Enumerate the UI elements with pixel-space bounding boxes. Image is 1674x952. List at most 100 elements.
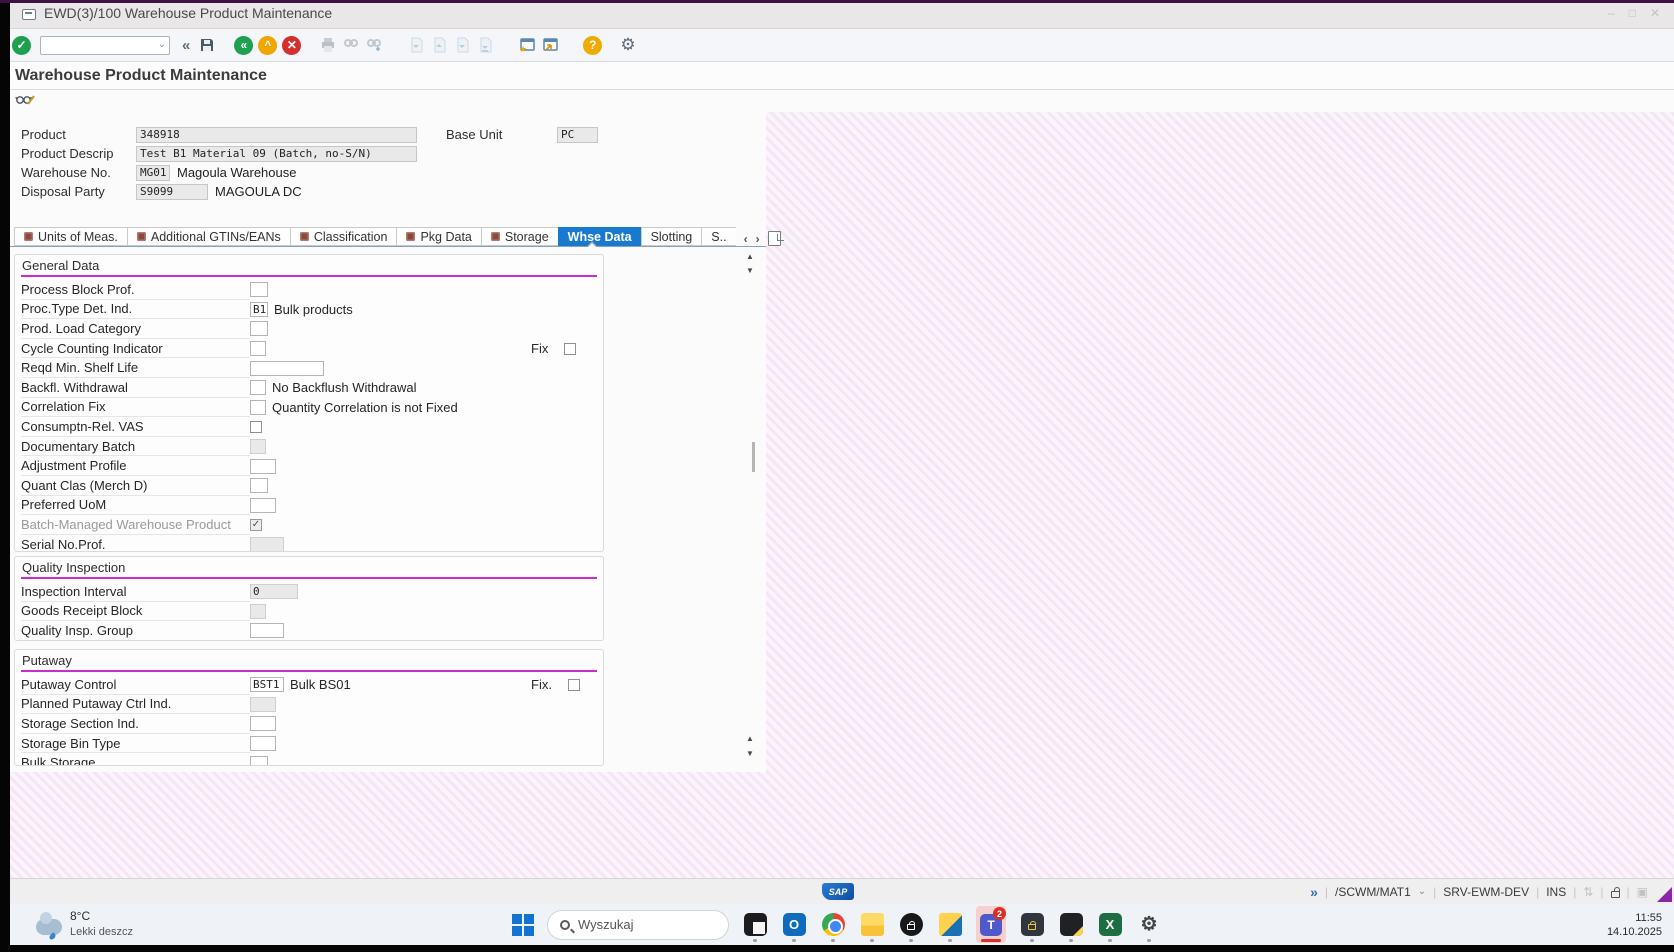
tab-panel-border [10, 246, 766, 247]
quality-insp-group-field[interactable] [250, 623, 284, 639]
back-icon[interactable]: « [234, 35, 254, 55]
resize-corner-icon[interactable] [1657, 887, 1672, 902]
weather-widget[interactable]: 8°C Lekki deszcz [36, 909, 133, 939]
storage-section-ind-field[interactable] [250, 716, 276, 732]
maximize-icon[interactable]: □ [1629, 6, 1636, 20]
scroll-up-icon[interactable]: ▲ [746, 253, 754, 261]
field-description: No Backflush Withdrawal [272, 380, 417, 396]
status-bar: SAP » | /SCWM/MAT1 ⌄ | SRV-EWM-DEV | INS… [0, 878, 1674, 904]
save-icon[interactable] [198, 36, 216, 54]
scroll-page-up-icon[interactable]: ▲ [746, 735, 754, 743]
scroll-down-icon[interactable]: ▼ [746, 267, 754, 275]
section-title: General Data [22, 258, 100, 273]
tab-truncated[interactable]: S.. [701, 227, 736, 246]
find-next-icon[interactable] [365, 36, 383, 54]
tab-classification[interactable]: Classification [289, 227, 397, 246]
consumptn-rel-vas-checkbox[interactable] [250, 420, 262, 433]
taskbar-app-sap-logon[interactable] [937, 906, 963, 943]
display-change-glasses-icon[interactable] [15, 92, 35, 112]
tab-icon [136, 232, 146, 241]
tab-storage[interactable]: Storage [480, 227, 558, 246]
command-field[interactable]: ⌄ [40, 35, 170, 55]
field-description: Bulk BS01 [290, 677, 351, 693]
scroll-page-down-icon[interactable]: ▼ [746, 750, 754, 758]
taskbar-app-excel[interactable]: X [1097, 906, 1123, 943]
correlation-fix-field[interactable] [250, 399, 266, 415]
status-transaction[interactable]: /SCWM/MAT1 [1335, 885, 1411, 899]
fix-label: Fix. [531, 677, 552, 693]
proc-type-det-ind-field[interactable]: B1 [250, 301, 268, 317]
exit-icon[interactable]: ^ [258, 35, 278, 55]
section-underline [21, 577, 597, 579]
last-page-icon[interactable] [476, 36, 494, 54]
field-label: Goods Receipt Block [21, 602, 250, 622]
tab-units-of-meas[interactable]: Units of Meas. [14, 227, 127, 246]
taskbar-app-teams[interactable]: T 2 [976, 906, 1006, 943]
taskbar-app-explorer[interactable] [859, 906, 885, 943]
fix-checkbox[interactable] [564, 342, 577, 355]
preferred-uom-field[interactable] [250, 497, 276, 513]
storage-bin-type-field[interactable] [250, 736, 276, 752]
reqd-min-shelf-life-field[interactable] [250, 360, 324, 376]
tab-scroll-right-icon[interactable]: › [756, 232, 760, 246]
unlock-icon[interactable] [1610, 886, 1620, 898]
taskbar-clock[interactable]: 11:55 14.10.2025 [1607, 911, 1662, 940]
find-icon[interactable] [342, 36, 360, 54]
taskbar-app-settings[interactable]: ⚙ [1136, 906, 1162, 943]
backfl-withdrawal-field[interactable] [250, 380, 266, 396]
tab-label: Whse Data [567, 229, 632, 244]
tab-slotting[interactable]: Slotting [640, 227, 702, 246]
adjustment-profile-field[interactable] [250, 458, 276, 474]
minimize-icon[interactable]: – [1608, 6, 1615, 20]
taskbar-app-keepass[interactable] [1019, 906, 1045, 943]
quant-clas-field[interactable] [250, 478, 268, 494]
titlebar: EWD(3)/100 Warehouse Product Maintenance… [0, 0, 1674, 29]
close-icon[interactable]: ✕ [1650, 6, 1660, 20]
form-row: Documentary Batch [21, 437, 597, 457]
scrollbar-thumb[interactable] [752, 442, 755, 472]
collapse-toolbar-icon[interactable]: « [179, 37, 193, 54]
product-field[interactable]: 348918 [136, 126, 417, 143]
taskbar-app-notes[interactable] [1058, 906, 1084, 943]
print-icon[interactable] [319, 36, 337, 54]
chevron-down-icon[interactable]: ⌄ [1418, 886, 1426, 897]
customize-gear-icon[interactable]: ⚙ [620, 35, 635, 55]
bulk-storage-field[interactable] [250, 755, 268, 765]
enter-icon[interactable]: ✓ [12, 35, 31, 55]
field-label: Reqd Min. Shelf Life [21, 358, 250, 378]
help-icon[interactable]: ? [583, 35, 603, 55]
chevron-down-icon[interactable]: ⌄ [158, 39, 166, 50]
product-descrip-field[interactable]: Test B1 Material 09 (Batch, no-S/N) [136, 145, 417, 162]
taskbar-app-privacy[interactable] [898, 906, 924, 943]
first-page-icon[interactable] [407, 36, 425, 54]
search-input[interactable]: Wyszukaj [547, 909, 729, 940]
selected-tab-caret [586, 241, 598, 248]
page-up-icon[interactable] [430, 36, 448, 54]
create-shortcut-icon[interactable] [541, 36, 559, 54]
taskbar-app-outlook[interactable]: O [781, 906, 807, 943]
tab-pkg-data[interactable]: Pkg Data [396, 227, 481, 246]
prod-load-category-field[interactable] [250, 321, 268, 337]
tab-scroll-left-icon[interactable]: ‹ [744, 232, 748, 246]
process-block-prof-field[interactable] [250, 282, 268, 298]
start-button[interactable] [512, 913, 534, 936]
tab-additional-gtins[interactable]: Additional GTINs/EANs [126, 227, 290, 246]
cancel-icon[interactable]: ✕ [282, 35, 302, 55]
page-down-icon[interactable] [453, 36, 471, 54]
new-session-icon[interactable]: ★ [518, 36, 536, 54]
base-unit-label: Base Unit [446, 127, 503, 142]
page-title: Warehouse Product Maintenance [15, 67, 267, 84]
tab-whse-data[interactable]: Whse Data [557, 227, 641, 246]
base-unit-field[interactable]: PC [557, 126, 598, 143]
status-overflow-icon[interactable]: » [1310, 884, 1318, 900]
taskbar-app-chrome[interactable] [820, 906, 846, 943]
disposal-field[interactable]: S9099 [136, 183, 208, 200]
putaway-fix-checkbox[interactable] [567, 678, 580, 691]
tab-label: Units of Meas. [38, 229, 118, 244]
putaway-control-field[interactable]: BST1 [250, 677, 284, 693]
cycle-counting-field[interactable] [250, 341, 266, 357]
chrome-icon [821, 913, 845, 936]
tab-overview-icon[interactable] [767, 231, 784, 246]
taskbar-app-photos[interactable] [742, 906, 768, 943]
warehouse-field[interactable]: MG01 [136, 164, 170, 181]
